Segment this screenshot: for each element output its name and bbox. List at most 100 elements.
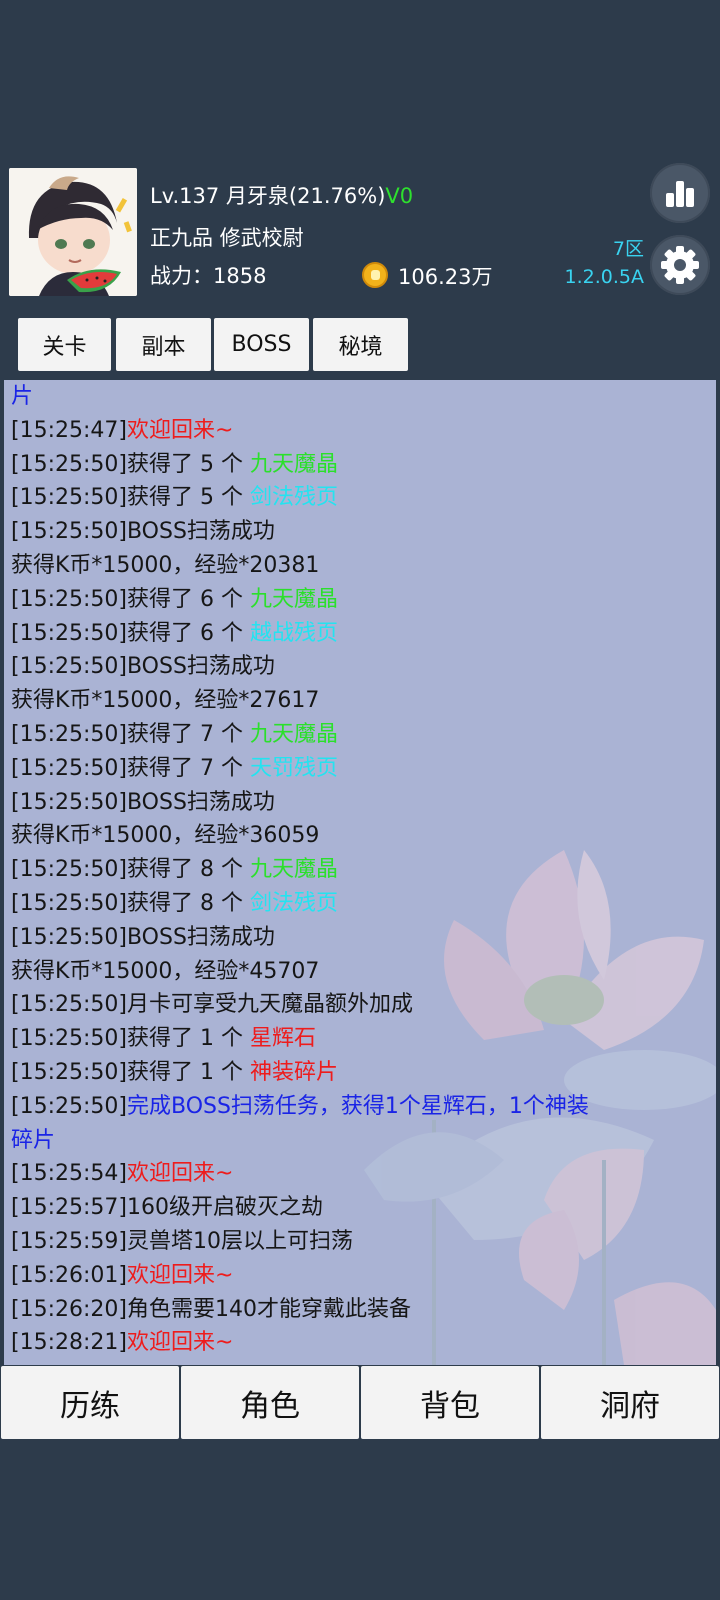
log-segment: [15:25:50]获得了 1 个 — [11, 1026, 250, 1052]
log-line: [15:25:50]BOSS扫荡成功 — [11, 786, 711, 820]
level-text: Lv.137 月牙泉(21.76%) — [150, 184, 386, 208]
stats-button[interactable] — [650, 163, 710, 223]
log-line: 获得K币*15000，经验*45707 — [11, 955, 711, 989]
log-segment: 欢迎回来~ — [126, 1330, 234, 1356]
log-segment: 欢迎回来~ — [126, 417, 234, 443]
log-segment: [15:28:21] — [11, 1330, 127, 1356]
nav-character[interactable]: 角色 — [181, 1366, 359, 1439]
log-line: [15:25:50]获得了 5 个 九天魔晶 — [11, 448, 711, 482]
log-segment: [15:25:50]BOSS扫荡成功 — [11, 654, 275, 680]
log-segment: 获得K币*15000，经验*45707 — [11, 958, 320, 984]
log-segment: [15:25:54] — [11, 1161, 127, 1187]
server-zone: 7区 — [612, 238, 644, 260]
combat-power: 战力：1858 — [150, 264, 267, 288]
log-segment: 九天魔晶 — [249, 586, 338, 612]
log-segment: [15:25:50]获得了 8 个 — [11, 857, 250, 883]
log-segment: 剑法残页 — [249, 485, 338, 511]
log-segment: 神装碎片 — [249, 1059, 338, 1085]
tab-boss[interactable]: BOSS — [214, 318, 309, 371]
log-line: [15:25:50]获得了 6 个 越战残页 — [11, 617, 711, 651]
log-lines: 片 [15:25:47]欢迎回来~ [15:25:50]获得了 5 个 九天魔晶 [1… — [11, 380, 711, 1360]
log-line: [15:25:50]获得了 6 个 九天魔晶 — [11, 583, 711, 617]
tab-secret-realm[interactable]: 秘境 — [313, 318, 408, 371]
log-line: [15:25:54]欢迎回来~ — [11, 1157, 711, 1191]
log-line: [15:25:50]获得了 8 个 剑法残页 — [11, 887, 711, 921]
log-line: [15:25:50]BOSS扫荡成功 — [11, 921, 711, 955]
log-segment: [15:25:50]获得了 7 个 — [11, 721, 250, 747]
log-segment: [15:25:50]获得了 5 个 — [11, 451, 250, 477]
avatar-illustration — [9, 168, 137, 296]
gear-icon — [661, 246, 699, 284]
log-segment: [15:25:50] — [11, 1093, 127, 1119]
nav-cave-abode[interactable]: 洞府 — [541, 1366, 719, 1439]
log-line: 获得K币*15000，经验*20381 — [11, 549, 711, 583]
bottom-area — [0, 1439, 720, 1600]
log-line: [15:28:21]欢迎回来~ — [11, 1326, 711, 1360]
rank-title: 正九品 修武校尉 — [150, 226, 304, 250]
log-segment: [15:25:50]获得了 6 个 — [11, 620, 250, 646]
log-line: [15:25:50]获得了 5 个 剑法残页 — [11, 481, 711, 515]
log-segment: 获得K币*15000，经验*36059 — [11, 823, 320, 849]
log-segment: [15:25:50]获得了 5 个 — [11, 485, 250, 511]
log-segment: 片 — [11, 384, 34, 409]
log-segment: [15:25:50]获得了 7 个 — [11, 755, 250, 781]
log-segment: [15:25:50]获得了 1 个 — [11, 1059, 250, 1085]
log-segment: [15:25:50]获得了 8 个 — [11, 890, 250, 916]
log-line: [15:25:50]获得了 7 个 天罚残页 — [11, 752, 711, 786]
log-segment: 天罚残页 — [249, 755, 338, 781]
log-segment: 九天魔晶 — [249, 721, 338, 747]
log-segment: 完成BOSS扫荡任务，获得1个星辉石，1个神装 — [126, 1093, 589, 1119]
log-segment: [15:26:01] — [11, 1262, 127, 1288]
log-segment: [15:25:50]BOSS扫荡成功 — [11, 924, 275, 950]
log-line: [15:25:50]获得了 8 个 九天魔晶 — [11, 853, 711, 887]
tab-dungeon[interactable]: 副本 — [116, 318, 211, 371]
coin-icon — [362, 262, 388, 288]
message-log[interactable]: 片 [15:25:47]欢迎回来~ [15:25:50]获得了 5 个 九天魔晶 [1… — [4, 380, 716, 1365]
log-line: 碎片 — [11, 1124, 711, 1158]
log-segment: 获得K币*15000，经验*20381 — [11, 552, 320, 578]
level-line: Lv.137 月牙泉(21.76%)V0 — [150, 180, 413, 210]
log-segment: 欢迎回来~ — [126, 1262, 234, 1288]
log-segment: 九天魔晶 — [249, 857, 338, 883]
log-segment: [15:25:57]160级开启破灭之劫 — [11, 1195, 323, 1221]
coin-amount: 106.23万 — [398, 265, 493, 289]
log-segment: [15:25:50]获得了 6 个 — [11, 586, 250, 612]
log-line: [15:25:50]BOSS扫荡成功 — [11, 515, 711, 549]
log-segment: 剑法残页 — [249, 890, 338, 916]
log-segment: [15:25:47] — [11, 417, 127, 443]
tab-stage[interactable]: 关卡 — [18, 318, 111, 371]
bottom-nav: 历练 角色 背包 洞府 — [0, 1366, 720, 1439]
log-line: [15:25:50]BOSS扫荡成功 — [11, 650, 711, 684]
top-bar — [0, 0, 720, 165]
nav-inventory[interactable]: 背包 — [361, 1366, 539, 1439]
log-line: [15:25:50]获得了 1 个 神装碎片 — [11, 1056, 711, 1090]
log-line: [15:26:01]欢迎回来~ — [11, 1259, 711, 1293]
log-segment: [15:26:20]角色需要140才能穿戴此装备 — [11, 1296, 411, 1322]
log-segment: [15:25:59]灵兽塔10层以上可扫荡 — [11, 1228, 353, 1254]
nav-training[interactable]: 历练 — [1, 1366, 179, 1439]
avatar[interactable] — [9, 168, 137, 296]
log-line: [15:25:50]获得了 7 个 九天魔晶 — [11, 718, 711, 752]
log-line: [15:25:50]月卡可享受九天魔晶额外加成 — [11, 988, 711, 1022]
vip-badge[interactable]: V0 — [385, 184, 413, 208]
bar-chart-icon — [666, 181, 694, 207]
log-line: 获得K币*15000，经验*36059 — [11, 819, 711, 853]
log-line: [15:25:47]欢迎回来~ — [11, 414, 711, 448]
log-segment: 星辉石 — [249, 1026, 316, 1052]
log-segment: [15:25:50]BOSS扫荡成功 — [11, 789, 275, 815]
log-line: [15:26:20]角色需要140才能穿戴此装备 — [11, 1293, 711, 1327]
log-segment: [15:25:50]BOSS扫荡成功 — [11, 519, 275, 545]
log-segment: 碎片 — [11, 1127, 56, 1153]
log-line: [15:25:50]完成BOSS扫荡任务，获得1个星辉石，1个神装 — [11, 1090, 711, 1124]
log-segment: 九天魔晶 — [249, 451, 338, 477]
log-line: 获得K币*15000，经验*27617 — [11, 684, 711, 718]
log-line: [15:25:57]160级开启破灭之劫 — [11, 1191, 711, 1225]
log-line: [15:25:50]获得了 1 个 星辉石 — [11, 1022, 711, 1056]
settings-button[interactable] — [650, 235, 710, 295]
log-segment: 欢迎回来~ — [126, 1161, 234, 1187]
log-segment: [15:25:50]月卡可享受九天魔晶额外加成 — [11, 992, 413, 1018]
version-label: 1.2.0.5A — [564, 266, 644, 288]
log-segment: 获得K币*15000，经验*27617 — [11, 688, 320, 714]
log-line: [15:25:59]灵兽塔10层以上可扫荡 — [11, 1225, 711, 1259]
log-line: 片 — [11, 380, 711, 414]
